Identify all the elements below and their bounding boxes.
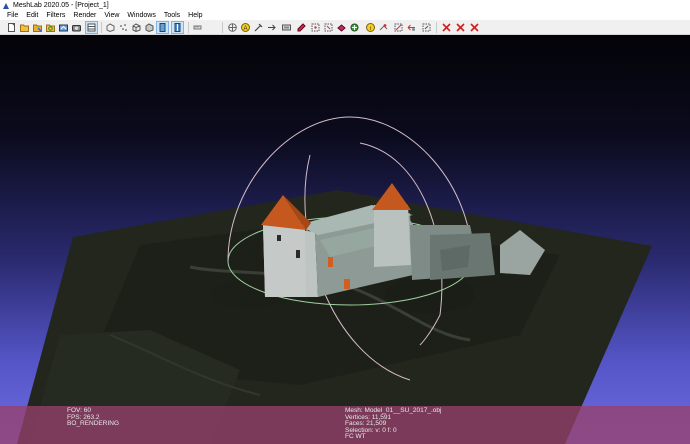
trees: [385, 277, 475, 313]
select-faces-icon[interactable]: [281, 22, 292, 33]
zoom-icon[interactable]: [323, 22, 334, 33]
menu-render[interactable]: Render: [69, 12, 100, 19]
paint-selection-icon-2[interactable]: [421, 22, 432, 33]
layers-icon[interactable]: [85, 21, 98, 34]
bbox-icon[interactable]: [105, 22, 116, 33]
tower-window: [296, 250, 300, 258]
mesh-render: [17, 116, 652, 444]
toolbar-separator: [101, 22, 102, 33]
menu-filters[interactable]: Filters: [42, 12, 69, 19]
menu-edit[interactable]: Edit: [22, 12, 42, 19]
menu-tools[interactable]: Tools: [160, 12, 184, 19]
menu-view[interactable]: View: [100, 12, 123, 19]
points-icon[interactable]: [118, 22, 129, 33]
delete-vertices-icon[interactable]: [455, 22, 466, 33]
mesh-info: Mesh: Model_01__SU_2017_.obj Vertices: 1…: [345, 407, 441, 441]
paint-selection-icon[interactable]: [378, 22, 389, 33]
3d-viewport[interactable]: FOV: 60 FPS: 263.2 BO_RENDERING Mesh: Mo…: [0, 35, 690, 444]
select-vertices-icon[interactable]: [296, 22, 307, 33]
svg-text:A: A: [243, 26, 247, 32]
main-toolbar: A i: [0, 20, 690, 35]
save-icon[interactable]: [32, 22, 43, 33]
orange-door: [328, 257, 333, 267]
menu-bar: File Edit Filters Render View Windows To…: [0, 10, 690, 20]
menu-help[interactable]: Help: [184, 12, 206, 19]
measure-icon[interactable]: [192, 22, 203, 33]
tower-window: [277, 235, 281, 241]
right-tower-roof: [372, 183, 411, 210]
left-tower: [263, 225, 306, 297]
menu-windows[interactable]: Windows: [123, 12, 159, 19]
rendering-mode-label: BO_RENDERING: [67, 420, 120, 428]
reload-icon[interactable]: [45, 22, 56, 33]
import-icon[interactable]: [58, 22, 69, 33]
meshlab-logo-icon: [3, 2, 10, 9]
delete-faces-icon[interactable]: [441, 22, 452, 33]
color-mode-label: FC WT: [345, 433, 366, 441]
right-tower: [374, 205, 411, 267]
new-project-icon[interactable]: [6, 22, 17, 33]
snapshot-icon[interactable]: [71, 22, 82, 33]
textures-icon[interactable]: [171, 21, 184, 34]
paint-icon[interactable]: [266, 22, 277, 33]
delete-all-icon[interactable]: [469, 22, 480, 33]
open-icon[interactable]: [19, 22, 30, 33]
toolbar-separator: [188, 22, 189, 33]
title-bar: MeshLab 2020.05 - [Project_1]: [0, 0, 690, 10]
select-region-icon-2[interactable]: [406, 22, 417, 33]
toolbar-separator: [222, 22, 223, 33]
orange-door: [344, 279, 350, 289]
pick-icon[interactable]: [253, 22, 264, 33]
flat-icon[interactable]: [144, 22, 155, 33]
select-vertices-icon-2[interactable]: [393, 22, 404, 33]
menu-file[interactable]: File: [3, 12, 22, 19]
annotate-icon[interactable]: [227, 22, 238, 33]
window-title: MeshLab 2020.05 - [Project_1]: [13, 1, 109, 9]
select-connected-icon[interactable]: [310, 22, 321, 33]
manipulator-icon[interactable]: [349, 22, 360, 33]
render-info: FOV: 60 FPS: 263.2 BO_RENDERING: [67, 407, 120, 428]
info-overlay: FOV: 60 FPS: 263.2 BO_RENDERING Mesh: Mo…: [0, 406, 690, 444]
info-icon[interactable]: [336, 22, 347, 33]
toolbar-separator: [436, 22, 437, 33]
select-region-icon[interactable]: i: [365, 22, 376, 33]
align-icon[interactable]: A: [240, 22, 251, 33]
wireframe-icon[interactable]: [131, 22, 142, 33]
smooth-icon[interactable]: [156, 21, 169, 34]
